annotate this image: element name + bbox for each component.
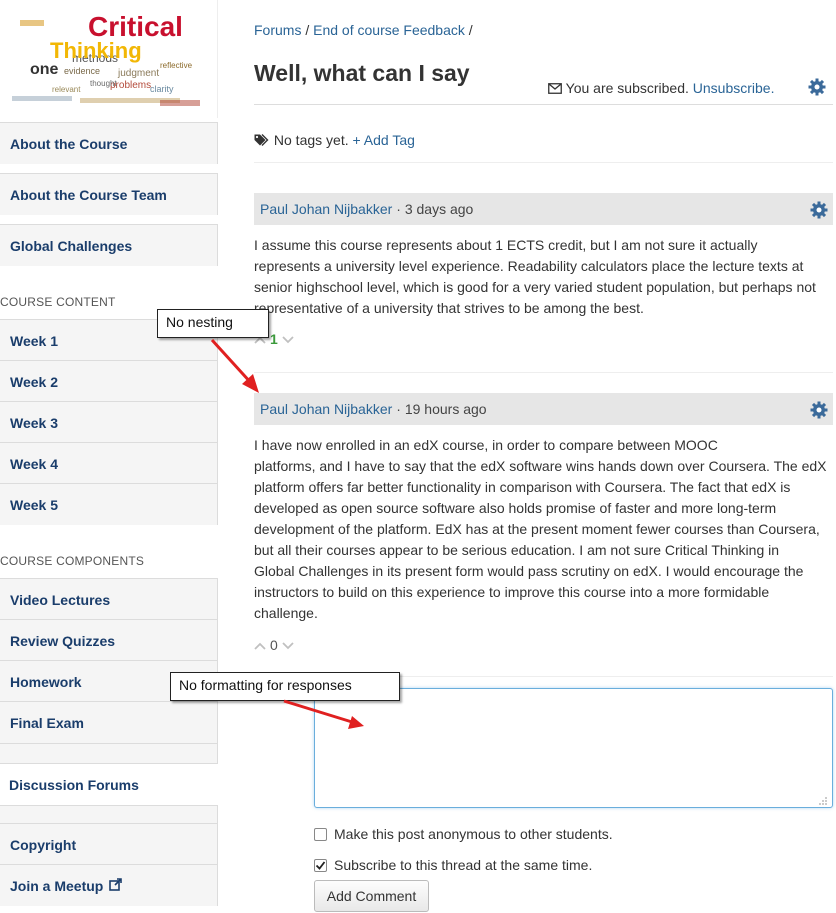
- course-logo: conclusions one evidence methods judgmen…: [0, 0, 218, 118]
- post-line: instructors to build on this experience …: [254, 584, 770, 600]
- logo-word: thought: [90, 79, 117, 88]
- post-settings-gear-icon[interactable]: [810, 201, 828, 219]
- post-line: development of the platform. EdX has at …: [254, 521, 820, 537]
- post-body: I assume this course represents about 1 …: [254, 235, 832, 319]
- anonymous-checkbox[interactable]: [314, 827, 327, 841]
- post-header: Paul Johan Nijbakker · 19 hours ago: [254, 393, 833, 425]
- downvote-chevron-icon[interactable]: [282, 332, 294, 347]
- subscribed-text: You are subscribed.: [565, 80, 689, 96]
- vote-count: 1: [270, 331, 278, 347]
- no-tags-text: No tags yet.: [273, 132, 349, 148]
- logo-word: one: [30, 61, 59, 78]
- vote-controls: 0: [254, 637, 294, 653]
- sidebar-item-global-challenges[interactable]: Global Challenges: [0, 224, 218, 266]
- post-line: representative of a university that stri…: [254, 300, 644, 316]
- logo-title-thinking: Thinking: [50, 38, 142, 63]
- external-link-icon: [109, 877, 123, 894]
- sidebar-item-join-meetup[interactable]: Join a Meetup: [0, 864, 218, 906]
- thread-title: Well, what can I say: [254, 60, 470, 86]
- post-timestamp: · 3 days ago: [396, 201, 474, 217]
- resize-grip-icon[interactable]: [818, 793, 828, 805]
- sidebar-item-review-quizzes[interactable]: Review Quizzes: [0, 619, 218, 661]
- sidebar-item-video-lectures[interactable]: Video Lectures: [0, 578, 218, 620]
- post-body: I have now enrolled in an edX course, in…: [254, 435, 832, 624]
- divider: [254, 162, 833, 163]
- post-line: challenge.: [254, 605, 318, 621]
- breadcrumb-separator: /: [468, 22, 473, 38]
- sidebar-item-week-5[interactable]: Week 5: [0, 483, 218, 525]
- sidebar-item-final-exam[interactable]: Final Exam: [0, 701, 218, 743]
- anonymous-label: Make this post anonymous to other studen…: [334, 826, 613, 842]
- logo-word: reflective: [160, 61, 193, 70]
- sidebar-item-discussion-forums[interactable]: Discussion Forums: [0, 763, 218, 805]
- logo-word: evidence: [64, 66, 100, 76]
- comment-textarea[interactable]: [314, 688, 833, 808]
- logo-word: judgment: [117, 68, 159, 79]
- post-line: developed as open source software also h…: [254, 500, 777, 516]
- post-settings-gear-icon[interactable]: [810, 401, 828, 419]
- post-line: I assume this course represents about 1 …: [254, 237, 758, 253]
- vote-count: 0: [270, 637, 278, 653]
- divider: [254, 372, 833, 373]
- sidebar-item-week-4[interactable]: Week 4: [0, 442, 218, 484]
- section-course-content: COURSE CONTENT: [0, 295, 116, 309]
- callout-no-nesting: No nesting: [157, 309, 269, 338]
- unsubscribe-link[interactable]: Unsubscribe.: [693, 80, 775, 96]
- breadcrumb-category-link[interactable]: End of course Feedback: [313, 22, 465, 38]
- post-line: I have now enrolled in an edX course, in…: [254, 437, 718, 453]
- anonymous-option[interactable]: Make this post anonymous to other studen…: [314, 826, 613, 842]
- add-comment-button[interactable]: Add Comment: [314, 880, 429, 912]
- sidebar-item-about-team[interactable]: About the Course Team: [0, 173, 218, 215]
- post-header: Paul Johan Nijbakker · 3 days ago: [254, 193, 833, 225]
- post-author-link[interactable]: Paul Johan Nijbakker: [260, 201, 392, 217]
- subscribe-label: Subscribe to this thread at the same tim…: [334, 857, 593, 873]
- envelope-icon: [548, 81, 562, 97]
- thread-settings-gear-icon[interactable]: [808, 78, 826, 96]
- sidebar-item-label: Join a Meetup: [10, 877, 104, 894]
- course-sidebar: conclusions one evidence methods judgmen…: [0, 0, 220, 913]
- section-course-components: COURSE COMPONENTS: [0, 554, 145, 568]
- logo-word: relevant: [52, 85, 81, 94]
- post-line: platform offers far better functionality…: [254, 479, 791, 495]
- sidebar-item-week-2[interactable]: Week 2: [0, 360, 218, 402]
- callout-no-formatting: No formatting for responses: [170, 672, 400, 701]
- post-line: Global Challenges in its present form wo…: [254, 563, 804, 579]
- subscription-status: You are subscribed. Unsubscribe.: [548, 80, 774, 97]
- add-tag-link[interactable]: + Add Tag: [352, 132, 414, 148]
- upvote-chevron-icon[interactable]: [254, 638, 266, 653]
- post-line: but all their courses appear to be serio…: [254, 542, 780, 558]
- logo-word: clarity: [150, 84, 174, 94]
- breadcrumb-forums-link[interactable]: Forums: [254, 22, 301, 38]
- tags-icon: [254, 133, 270, 149]
- sidebar-item-week-3[interactable]: Week 3: [0, 401, 218, 443]
- breadcrumb: Forums / End of course Feedback /: [254, 22, 473, 38]
- sidebar-item-about-course[interactable]: About the Course: [0, 122, 218, 164]
- divider: [254, 104, 833, 105]
- post-timestamp: · 19 hours ago: [396, 401, 487, 417]
- post-line: senior highschool level, which is good f…: [254, 279, 816, 295]
- breadcrumb-separator: /: [305, 22, 310, 38]
- post-line: platforms, and I have to say that the ed…: [254, 458, 827, 474]
- tags-row: No tags yet. + Add Tag: [254, 132, 415, 149]
- sidebar-spacer: [0, 743, 218, 763]
- downvote-chevron-icon[interactable]: [282, 638, 294, 653]
- post-author-link[interactable]: Paul Johan Nijbakker: [260, 401, 392, 417]
- subscribe-option[interactable]: Subscribe to this thread at the same tim…: [314, 857, 592, 873]
- sidebar-spacer: [0, 805, 218, 823]
- sidebar-item-copyright[interactable]: Copyright: [0, 823, 218, 865]
- post-line: represents a university level experience…: [254, 258, 804, 274]
- subscribe-checkbox[interactable]: [314, 858, 327, 872]
